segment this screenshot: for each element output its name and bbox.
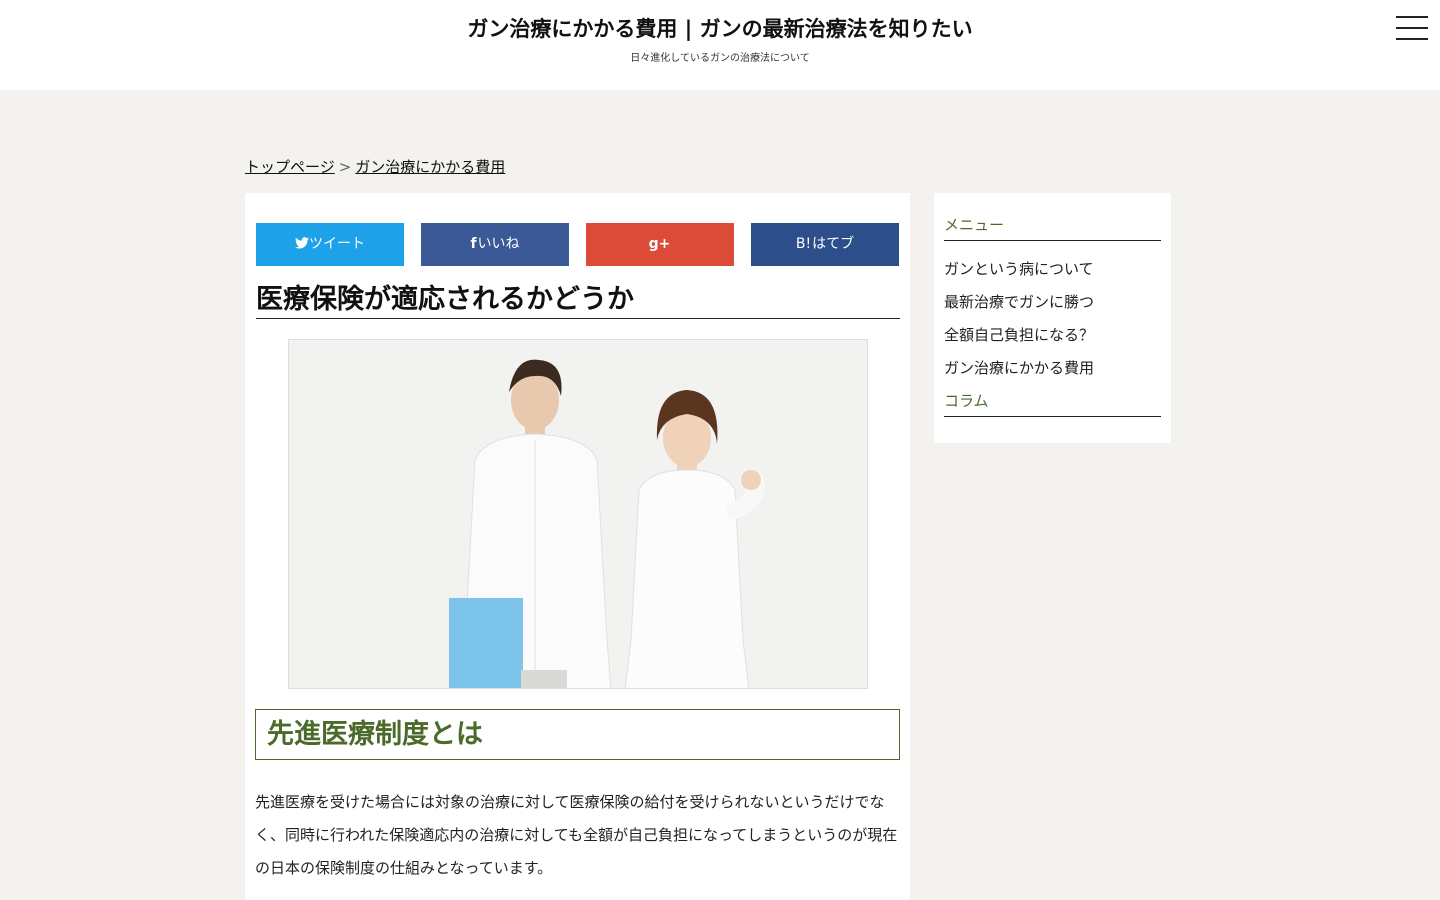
- breadcrumb-separator: >: [338, 158, 352, 176]
- hamburger-line: [1396, 16, 1428, 18]
- article-card: ツイート fいいね g+ B!はてブ 医療保険が適応されるかどうか 先進医療制度…: [245, 193, 910, 900]
- hero-illustration: [289, 340, 867, 688]
- google-plus-icon: g+: [648, 236, 671, 252]
- site-tagline: 日々進化しているガンの治療法について: [630, 53, 810, 64]
- hamburger-line: [1396, 27, 1428, 29]
- hatena-bookmark-button[interactable]: B!はてブ: [751, 223, 899, 266]
- sidebar-menu-heading[interactable]: メニュー: [944, 214, 1161, 241]
- breadcrumb-home-link[interactable]: トップページ: [245, 158, 335, 176]
- hero-image-doctors: [288, 339, 868, 689]
- article-paragraph: 先進医療を受けた場合には対象の治療に対して医療保険の給付を受けられないというだけ…: [255, 793, 898, 877]
- sidebar-item-self-pay[interactable]: 全額自己負担になる？: [944, 324, 1161, 346]
- sidebar-column-heading[interactable]: コラム: [944, 390, 1161, 417]
- breadcrumb: トップページ > ガン治療にかかる費用: [245, 156, 505, 178]
- sidebar-item-disease[interactable]: ガンという病について: [944, 258, 1161, 280]
- twitter-icon: [295, 237, 309, 249]
- hamburger-line: [1396, 38, 1428, 40]
- google-plus-button[interactable]: g+: [586, 223, 734, 266]
- sidebar-item-costs[interactable]: ガン治療にかかる費用: [944, 357, 1161, 379]
- hatena-icon: B!: [795, 236, 812, 252]
- breadcrumb-current-link[interactable]: ガン治療にかかる費用: [355, 158, 505, 176]
- sidebar-item-latest-treatment[interactable]: 最新治療でガンに勝つ: [944, 291, 1161, 313]
- tweet-label: ツイート: [309, 236, 365, 252]
- facebook-icon: f: [470, 236, 477, 252]
- article-title: 医療保険が適応されるかどうか: [256, 283, 900, 319]
- site-header: ガン治療にかかる費用 | ガンの最新治療法を知りたい 日々進化しているガンの治療…: [0, 0, 1440, 90]
- share-buttons: ツイート fいいね g+ B!はてブ: [256, 223, 899, 266]
- site-title[interactable]: ガン治療にかかる費用 | ガンの最新治療法を知りたい: [0, 14, 1440, 44]
- hatena-label: はてブ: [812, 236, 855, 252]
- hamburger-menu-icon[interactable]: [1396, 16, 1428, 42]
- section-heading: 先進医療制度とは: [255, 709, 900, 760]
- facebook-like-label: いいね: [477, 236, 520, 252]
- tweet-button[interactable]: ツイート: [256, 223, 404, 266]
- facebook-like-button[interactable]: fいいね: [421, 223, 569, 266]
- sidebar: メニュー ガンという病について 最新治療でガンに勝つ 全額自己負担になる？ ガン…: [934, 193, 1171, 443]
